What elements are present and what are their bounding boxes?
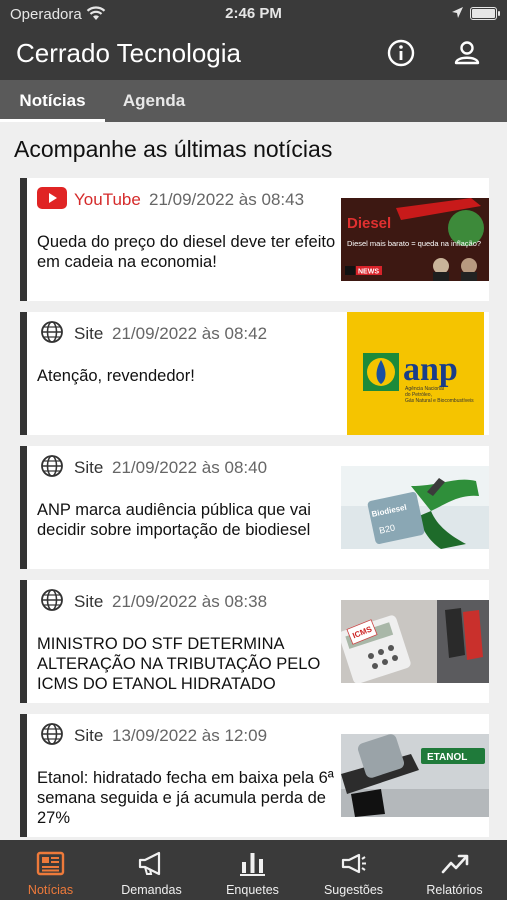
nav-label: Relatórios [426, 883, 483, 897]
app-bar: Cerrado Tecnologia [0, 28, 507, 80]
news-source: Site [74, 324, 104, 343]
nav-item-noticias[interactable]: Notícias [0, 840, 101, 900]
user-icon[interactable] [452, 38, 482, 68]
news-card[interactable]: Site 13/09/2022 às 12:09 Etanol: hidrata… [20, 714, 489, 837]
news-headline: Atenção, revendedor! [37, 367, 195, 385]
news-source: Site [74, 592, 104, 611]
news-thumbnail: Diesel Diesel mais barato = queda na inf… [341, 198, 489, 281]
tab-bar: Notícias Agenda [0, 80, 507, 122]
news-feed[interactable]: Acompanhe as últimas notícias YouTube 21… [0, 122, 507, 840]
nav-item-relatorios[interactable]: Relatórios [404, 840, 505, 900]
news-date: 13/09/2022 às 12:09 [112, 726, 268, 745]
news-card[interactable]: Site 21/09/2022 às 08:38 MINISTRO DO STF… [20, 580, 489, 703]
youtube-icon [37, 187, 67, 209]
news-date: 21/09/2022 às 08:43 [149, 190, 305, 209]
nav-label: Notícias [27, 883, 74, 897]
news-card[interactable]: Site 21/09/2022 às 08:42 Atenção, revend… [20, 312, 489, 435]
bottom-nav: Notícias Demandas Enquetes Sugestões Rel… [0, 840, 507, 900]
clock: 2:46 PM [225, 5, 282, 22]
thumb-badge: NEWS [358, 269, 379, 276]
nav-item-sugestoes[interactable]: Sugestões [303, 840, 404, 900]
nav-label: Demandas [121, 883, 182, 897]
news-card[interactable]: Site 21/09/2022 às 08:40 ANP marca audiê… [20, 446, 489, 569]
news-headline: MINISTRO DO STF DETERMINA ALTERAÇÃO NA T… [37, 635, 321, 693]
news-date: 21/09/2022 às 08:40 [112, 458, 268, 477]
anp-logo-text: anp [403, 351, 458, 388]
bar-chart-icon [240, 853, 265, 876]
news-thumbnail: ETANOL [341, 734, 489, 817]
section-title: Acompanhe as últimas notícias [14, 136, 333, 162]
tab-noticias[interactable]: Notícias [0, 80, 105, 122]
news-date: 21/09/2022 às 08:38 [112, 592, 268, 611]
status-bar: Operadora 2:46 PM [0, 0, 507, 28]
nav-label: Sugestões [323, 883, 384, 897]
thumb-subtitle: Diesel mais barato = queda na inflação? [347, 239, 481, 248]
news-source: Site [74, 458, 104, 477]
globe-icon [41, 455, 63, 477]
news-card[interactable]: YouTube 21/09/2022 às 08:43 Queda do pre… [20, 178, 489, 301]
news-thumbnail: ICMS [341, 600, 489, 683]
app-title: Cerrado Tecnologia [16, 38, 241, 68]
news-headline: Etanol: hidratado fecha em baixa pela 6ª… [37, 769, 334, 827]
info-icon[interactable] [386, 38, 416, 68]
news-thumbnail: Biodiesel B20 [341, 466, 489, 549]
thumb-title: Diesel [347, 215, 391, 232]
news-headline: Queda do preço do diesel deve ter efeito… [37, 233, 336, 271]
trending-up-icon [441, 854, 469, 874]
location-arrow-icon [452, 7, 463, 18]
tab-label: Notícias [19, 91, 86, 110]
globe-icon [41, 723, 63, 745]
nav-label: Enquetes [226, 883, 279, 897]
globe-icon [41, 589, 63, 611]
newspaper-icon [36, 851, 65, 876]
megaphone-icon [138, 851, 161, 876]
nav-item-demandas[interactable]: Demandas [101, 840, 202, 900]
news-source: Site [74, 726, 104, 745]
news-source: YouTube [74, 190, 141, 209]
tab-agenda[interactable]: Agenda [105, 80, 203, 122]
nav-item-enquetes[interactable]: Enquetes [202, 840, 303, 900]
bullhorn-icon [341, 853, 366, 874]
globe-icon [41, 321, 63, 343]
news-headline: ANP marca audiência pública que vai deci… [37, 501, 311, 539]
anp-tagline-3: Gás Natural e Biocombustíveis [405, 398, 474, 404]
news-date: 21/09/2022 às 08:42 [112, 324, 268, 343]
battery-icon [470, 7, 500, 20]
tab-label: Agenda [122, 91, 186, 110]
news-thumbnail: anp Agência Nacional do Petróleo, Gás Na… [347, 312, 484, 435]
thumb-label: ETANOL [427, 752, 467, 763]
